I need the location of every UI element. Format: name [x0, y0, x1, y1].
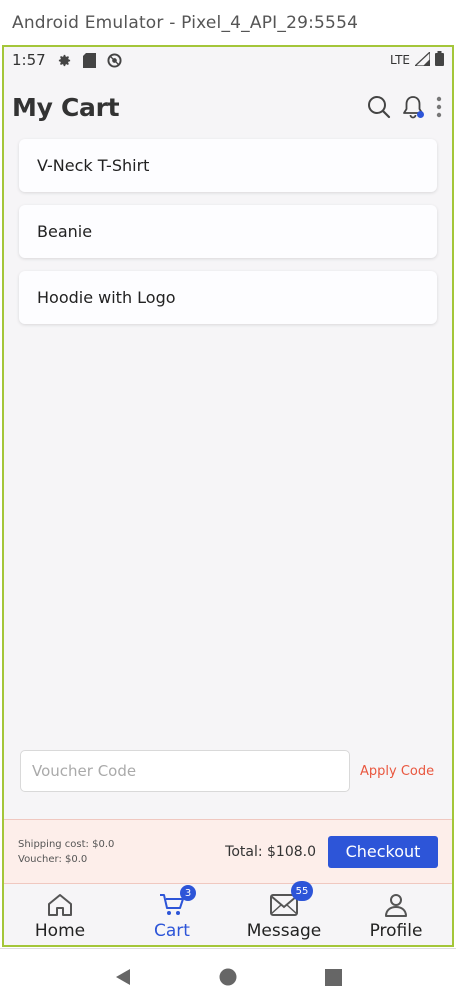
network-type: LTE: [390, 53, 410, 67]
cart-item-name: Beanie: [37, 222, 93, 241]
sync-icon: [106, 52, 123, 69]
nav-item-cart[interactable]: 3 Cart: [116, 885, 228, 945]
bottom-navigation: Home 3 Cart 55 Message Profile: [4, 881, 452, 945]
cart-item-name: Hoodie with Logo: [37, 288, 176, 307]
voucher-row: Apply Code: [20, 750, 440, 792]
nav-item-home[interactable]: Home: [4, 885, 116, 945]
nav-label: Home: [34, 921, 86, 941]
app-bar-actions: [366, 92, 444, 122]
system-navigation-bar: [0, 948, 456, 1005]
nav-item-message[interactable]: 55 Message: [228, 881, 340, 945]
nav-label: Profile: [369, 921, 423, 941]
status-bar: 1:57 LTE: [4, 47, 452, 73]
bell-icon[interactable]: [400, 92, 426, 122]
checkout-button[interactable]: Checkout: [328, 835, 438, 868]
message-badge: 55: [291, 881, 313, 901]
cost-breakdown: Shipping cost: $0.0 Voucher: $0.0: [18, 837, 114, 867]
signal-icon: [413, 50, 431, 69]
more-vert-icon[interactable]: [434, 92, 444, 122]
nav-label: Message: [246, 921, 322, 941]
cart-icon: 3: [157, 885, 196, 919]
order-summary: Shipping cost: $0.0 Voucher: $0.0 Total:…: [4, 819, 452, 884]
back-icon[interactable]: [108, 962, 138, 992]
home-circle-icon[interactable]: [213, 962, 243, 992]
phone-screen: 1:57 LTE My Cart V-Neck T-Shirt Beanie H…: [2, 45, 454, 947]
shipping-cost: Shipping cost: $0.0: [18, 838, 115, 850]
voucher-discount: Voucher: $0.0: [18, 853, 88, 865]
emulator-window-title: Android Emulator - Pixel_4_API_29:5554: [0, 0, 456, 46]
search-icon[interactable]: [366, 92, 392, 122]
order-total: Total: $108.0: [225, 843, 316, 860]
mail-icon: 55: [269, 881, 313, 919]
cart-item[interactable]: V-Neck T-Shirt: [19, 139, 437, 192]
home-icon: [45, 891, 75, 919]
page-title: My Cart: [12, 92, 120, 122]
cart-item-name: V-Neck T-Shirt: [37, 156, 150, 175]
cart-badge: 3: [180, 885, 196, 901]
app-bar: My Cart: [4, 81, 452, 133]
cart-list: V-Neck T-Shirt Beanie Hoodie with Logo: [19, 139, 437, 337]
recents-icon[interactable]: [318, 962, 348, 992]
cart-item[interactable]: Beanie: [19, 205, 437, 258]
apply-code-link[interactable]: Apply Code: [360, 764, 434, 779]
settings-icon: [56, 52, 73, 69]
battery-icon: [435, 51, 444, 69]
cart-item[interactable]: Hoodie with Logo: [19, 271, 437, 324]
person-icon: [381, 891, 411, 919]
nav-item-profile[interactable]: Profile: [340, 885, 452, 945]
sd-card-icon: [81, 52, 98, 69]
status-right: LTE: [390, 50, 444, 69]
nav-label: Cart: [154, 921, 190, 941]
status-time: 1:57: [12, 51, 46, 69]
notification-dot: [417, 111, 424, 118]
voucher-code-input[interactable]: [20, 750, 350, 792]
